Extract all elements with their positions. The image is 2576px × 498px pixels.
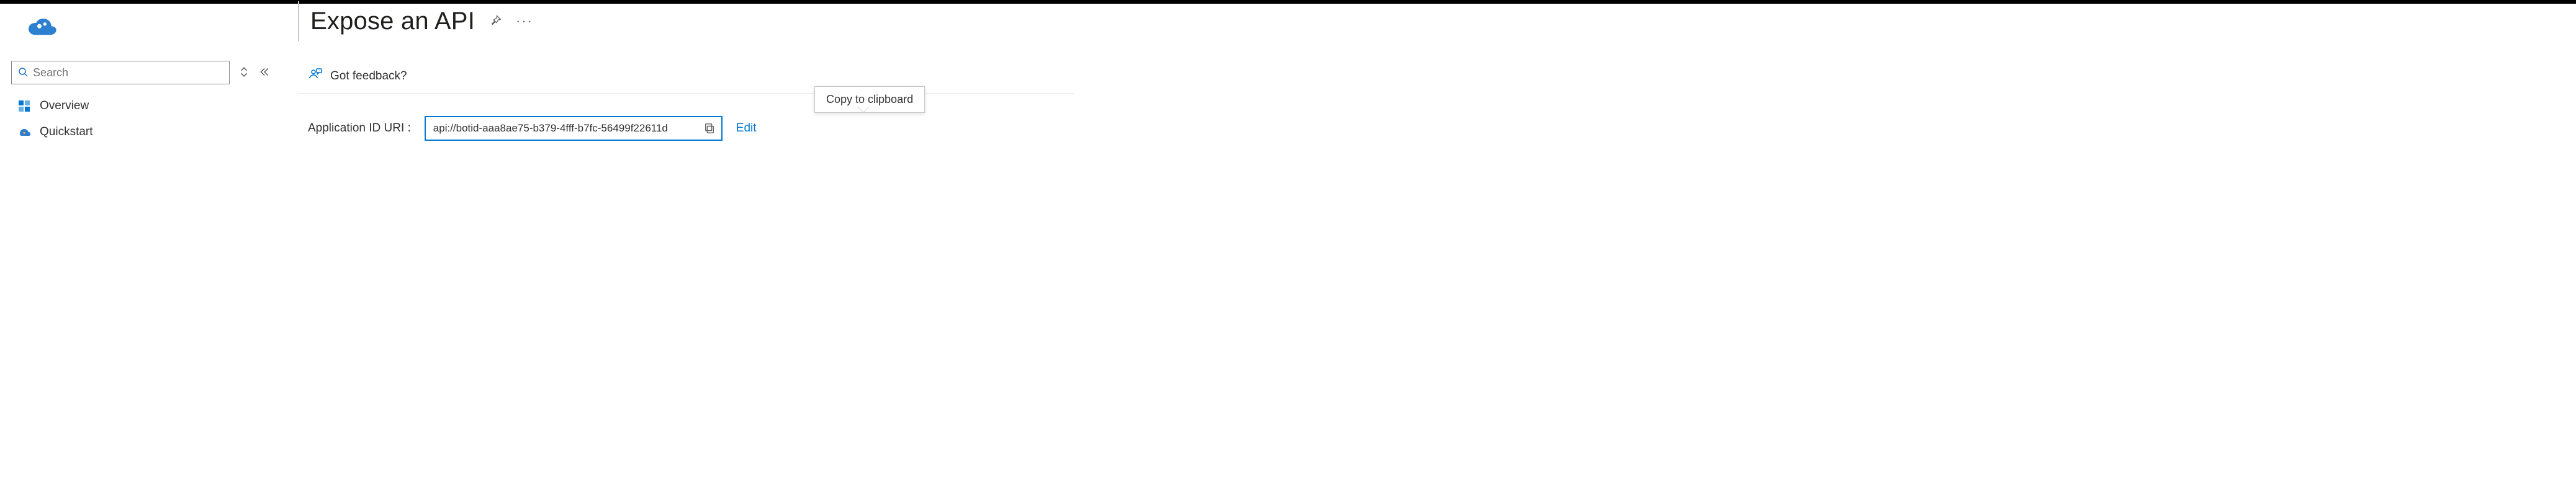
sidebar-item-quickstart[interactable]: Quickstart xyxy=(11,119,298,145)
sidebar-nav: Overview Quickstart xyxy=(11,93,298,145)
sidebar-item-label: Overview xyxy=(40,99,89,113)
search-icon xyxy=(18,67,28,79)
sidebar-item-overview[interactable]: Overview xyxy=(11,93,298,119)
command-bar: Got feedback? xyxy=(298,41,1074,94)
copy-icon[interactable] xyxy=(704,123,715,134)
feedback-button[interactable]: Got feedback? xyxy=(308,67,407,86)
cloud-gears-icon xyxy=(24,10,60,36)
main-content: Expose an API ··· Got feedback? Applicat… xyxy=(298,4,2576,141)
quickstart-icon xyxy=(17,126,31,138)
tooltip-text: Copy to clipboard xyxy=(826,93,913,105)
search-input-container[interactable] xyxy=(11,61,230,84)
more-icon[interactable]: ··· xyxy=(516,13,533,29)
sidebar: Overview Quickstart xyxy=(0,4,298,145)
application-id-uri-label: Application ID URI : xyxy=(308,122,411,135)
sort-toggle-icon[interactable] xyxy=(238,66,250,79)
copy-tooltip: Copy to clipboard xyxy=(814,86,925,113)
brand-logo xyxy=(11,4,298,55)
page-title: Expose an API xyxy=(310,7,475,35)
feedback-icon xyxy=(308,67,323,86)
feedback-label: Got feedback? xyxy=(330,69,407,83)
collapse-sidebar-icon[interactable] xyxy=(258,66,269,79)
application-id-uri-field[interactable] xyxy=(425,116,723,141)
edit-link[interactable]: Edit xyxy=(736,122,757,135)
application-id-uri-input[interactable] xyxy=(433,122,698,135)
page-header: Expose an API ··· xyxy=(298,1,2576,41)
overview-icon xyxy=(17,100,31,112)
search-input[interactable] xyxy=(33,66,223,79)
sidebar-item-label: Quickstart xyxy=(40,125,93,139)
pin-icon[interactable] xyxy=(489,14,502,29)
